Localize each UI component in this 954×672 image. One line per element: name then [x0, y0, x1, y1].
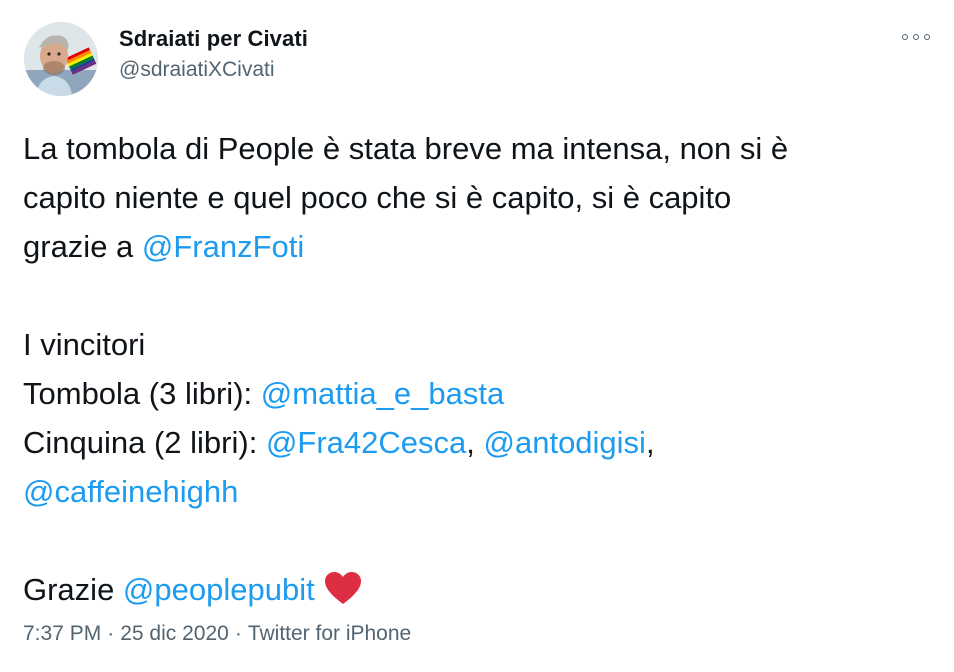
tweet-line: Grazie @peoplepubit — [23, 565, 933, 620]
mention-franzfoti[interactable]: @FranzFoti — [142, 229, 304, 264]
avatar[interactable] — [24, 22, 98, 96]
text-segment: La tombola di People è stata breve ma in… — [23, 131, 789, 166]
mention-fra42cesca[interactable]: @Fra42Cesca — [266, 425, 466, 460]
tweet-text: La tombola di People è stata breve ma in… — [23, 124, 933, 620]
display-name[interactable]: Sdraiati per Civati — [119, 26, 308, 52]
winners-heading: I vincitori — [23, 327, 146, 362]
avatar-photo-icon — [24, 22, 98, 96]
text-segment: capito niente e quel poco che si è capit… — [23, 180, 732, 215]
tweet-metadata: 7:37 PM · 25 dic 2020 · Twitter for iPhone — [23, 622, 411, 646]
text-segment: Grazie — [23, 572, 123, 607]
heart-icon — [323, 570, 363, 620]
tweet: Sdraiati per Civati @sdraiatiXCivati La … — [0, 0, 954, 672]
tweet-line: I vincitori — [23, 320, 933, 369]
text-segment: Tombola (3 libri): — [23, 376, 261, 411]
tweet-line: @caffeinehighh — [23, 467, 933, 516]
tweet-line: La tombola di People è stata breve ma in… — [23, 124, 933, 173]
more-options-icon[interactable] — [902, 28, 930, 46]
mention-antodigisi[interactable]: @antodigisi — [484, 425, 646, 460]
text-segment: grazie a — [23, 229, 142, 264]
tweet-date[interactable]: 25 dic 2020 — [120, 622, 229, 645]
separator: · — [107, 622, 115, 645]
tweet-line: Tombola (3 libri): @mattia_e_basta — [23, 369, 933, 418]
tweet-line: capito niente e quel poco che si è capit… — [23, 173, 933, 222]
tweet-line: Cinquina (2 libri): @Fra42Cesca, @antodi… — [23, 418, 933, 467]
mention-caffeinehighh[interactable]: @caffeinehighh — [23, 474, 238, 509]
separator: · — [234, 622, 242, 645]
comma-separator: , — [645, 425, 655, 460]
comma-separator: , — [466, 425, 484, 460]
mention-mattia-e-basta[interactable]: @mattia_e_basta — [261, 376, 504, 411]
text-segment: Cinquina (2 libri): — [23, 425, 266, 460]
dot-icon — [913, 34, 919, 40]
tweet-time[interactable]: 7:37 PM — [23, 622, 101, 645]
tweet-line: grazie a @FranzFoti — [23, 222, 933, 271]
user-handle[interactable]: @sdraiatiXCivati — [119, 58, 275, 82]
tweet-source[interactable]: Twitter for iPhone — [248, 622, 411, 645]
mention-peoplepubit[interactable]: @peoplepubit — [123, 572, 315, 607]
dot-icon — [902, 34, 908, 40]
dot-icon — [924, 34, 930, 40]
